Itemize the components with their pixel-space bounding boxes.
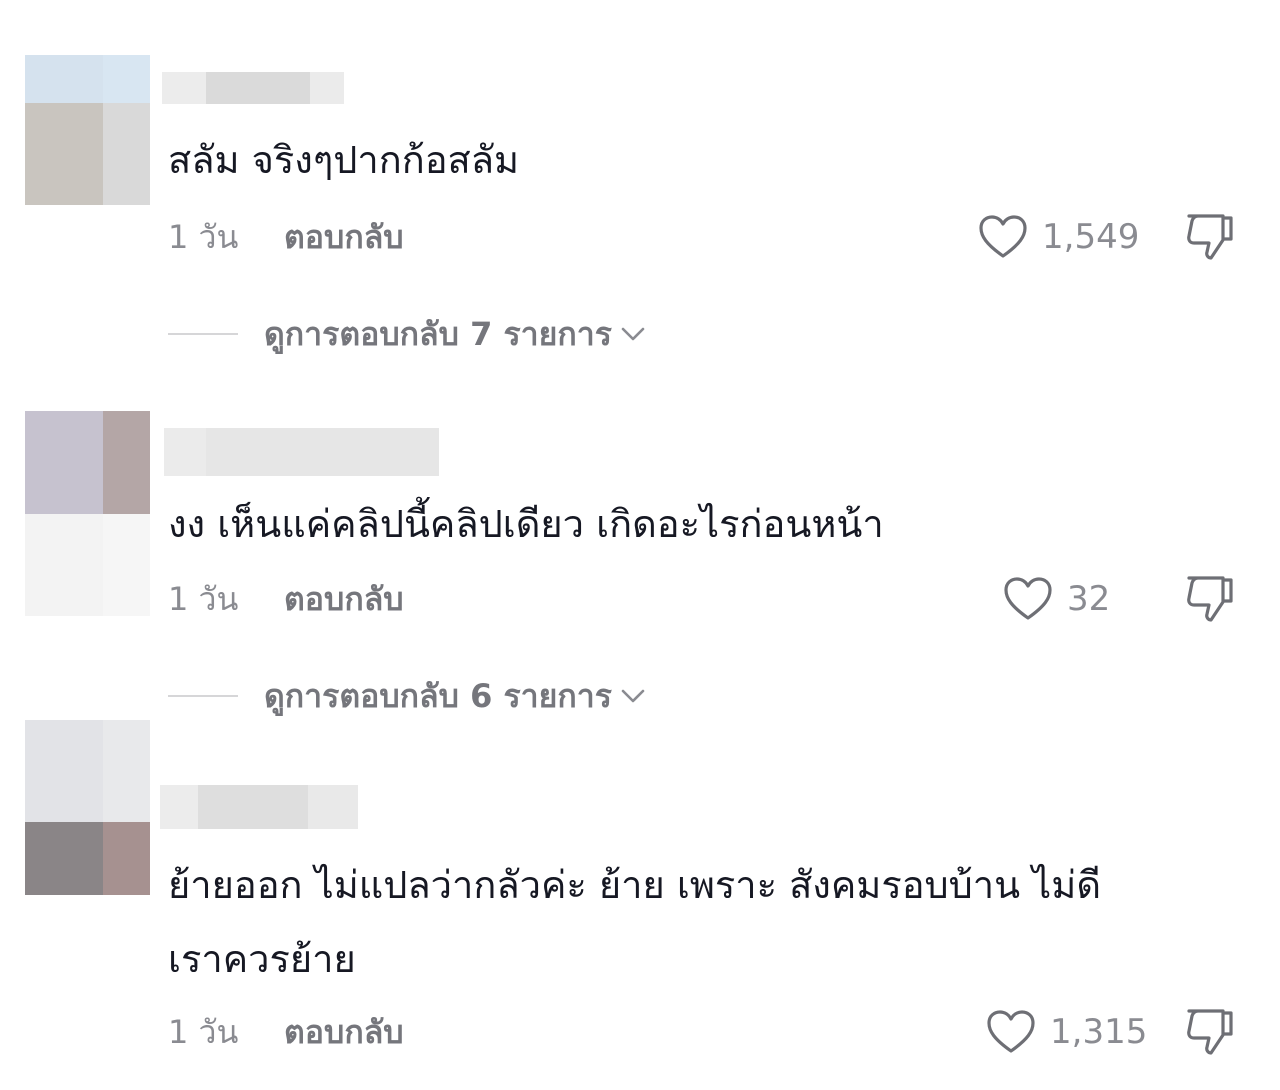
avatar-pixel (103, 103, 150, 205)
avatar-pixel (103, 514, 150, 616)
reply-button[interactable]: ตอบกลับ (284, 212, 404, 262)
avatar-pixel (103, 720, 150, 822)
comment-meta: 1 วัน ตอบกลับ 1,315 (168, 1007, 1248, 1057)
divider-line (168, 333, 238, 335)
comment-time: 1 วัน (168, 580, 239, 618)
avatar[interactable] (25, 720, 150, 895)
comment-text: ย้ายออก ไม่แปลว่ากลัวค่ะ ย้าย เพราะ สังค… (168, 863, 1102, 981)
like-count: 1,315 (1050, 1012, 1148, 1052)
avatar-pixel (25, 103, 103, 205)
chevron-down-icon (621, 689, 645, 703)
avatar-pixel (103, 411, 150, 514)
avatar-pixel (25, 514, 103, 616)
reply-button[interactable]: ตอบกลับ (284, 574, 404, 624)
comment-text: งง เห็นแค่คลิปนี้คลิปเดียว เกิดอะไรก่อนห… (168, 502, 884, 546)
avatar-pixel (25, 55, 103, 103)
thumbs-down-icon (1187, 1009, 1233, 1055)
comment-time: 1 วัน (168, 218, 239, 256)
dislike-button[interactable] (1183, 1007, 1235, 1057)
avatar[interactable] (25, 411, 150, 616)
view-replies-button[interactable]: ดูการตอบกลับ 6 รายการ (168, 674, 646, 718)
username-redacted[interactable] (164, 428, 439, 476)
comment-meta: 1 วัน ตอบกลับ 32 (168, 574, 1248, 624)
avatar-pixel (103, 822, 150, 895)
reply-button[interactable]: ตอบกลับ (284, 1007, 404, 1057)
avatar-pixel (25, 720, 103, 822)
view-replies-button[interactable]: ดูการตอบกลับ 7 รายการ (168, 312, 646, 356)
chevron-down-icon (621, 327, 645, 341)
username-redacted[interactable] (162, 72, 344, 104)
dislike-button[interactable] (1183, 574, 1235, 624)
avatar-pixel (25, 411, 103, 514)
dislike-button[interactable] (1183, 212, 1235, 262)
avatar[interactable] (25, 55, 150, 205)
comment-meta: 1 วัน ตอบกลับ 1,549 (168, 212, 1248, 262)
heart-outline-icon (1004, 577, 1052, 620)
avatar-pixel (25, 822, 103, 895)
comment-time: 1 วัน (168, 1013, 239, 1051)
view-replies-label: ดูการตอบกลับ 7 รายการ (264, 314, 612, 353)
username-redacted[interactable] (160, 785, 358, 829)
like-button[interactable]: 1,315 (986, 1007, 1147, 1057)
thumbs-down-icon (1187, 576, 1233, 622)
heart-outline-icon (979, 215, 1027, 258)
heart-outline-icon (987, 1010, 1035, 1053)
comment-text: สลัม จริงๆปากก้อสลัม (168, 138, 520, 182)
like-button[interactable]: 1,549 (978, 212, 1139, 262)
like-button[interactable]: 32 (1003, 574, 1110, 624)
avatar-pixel (103, 55, 150, 103)
thumbs-down-icon (1187, 214, 1233, 260)
like-count: 1,549 (1042, 217, 1140, 257)
like-count: 32 (1067, 579, 1111, 619)
view-replies-label: ดูการตอบกลับ 6 รายการ (264, 676, 612, 715)
divider-line (168, 695, 238, 697)
